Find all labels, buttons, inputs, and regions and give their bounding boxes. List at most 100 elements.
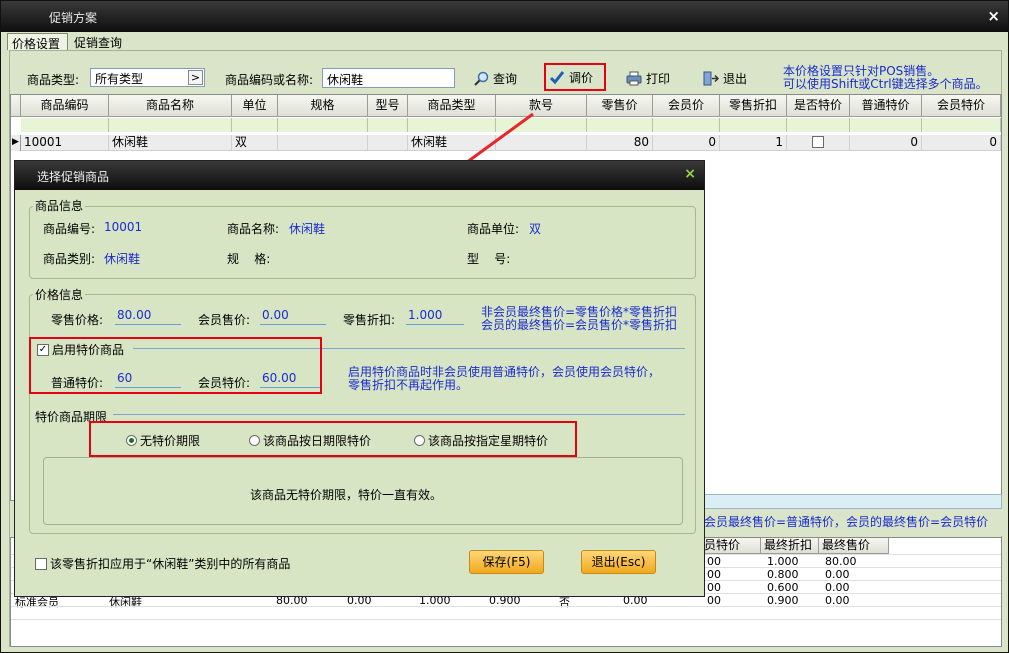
save-button[interactable]: 保存(F5) <box>469 550 544 574</box>
toolbar-note: 本价格设置只针对POS销售。 可以使用Shift或Ctrl键选择多个商品。 <box>783 65 988 91</box>
grid-header[interactable]: 是否特价 <box>787 95 850 117</box>
member-grid-header[interactable]: 最终折扣 <box>761 538 819 554</box>
grid-header[interactable]: 单位 <box>232 95 278 117</box>
grid-filter-cell[interactable] <box>787 118 850 132</box>
special-check-label: 启用特价商品 <box>52 343 125 357</box>
radio-weekday-limit-label: 该商品按指定星期特价 <box>428 434 549 448</box>
promo-window: 促销方案 × 价格设置 促销查询 商品类型: 所有类型 > 商品编码或名称: 休… <box>0 0 1009 653</box>
print-button[interactable]: 打印 <box>626 67 670 89</box>
radio-no-limit[interactable]: 无特价期限 <box>126 432 200 449</box>
formula-line2: 会员的最终售价=会员售价*零售折扣 <box>481 318 678 332</box>
window-title: 促销方案 <box>49 11 98 25</box>
grid-cell[interactable]: 休闲鞋 <box>109 135 232 151</box>
tab-price-settings[interactable]: 价格设置 <box>7 33 68 51</box>
special-note-line2: 零售折扣不再起作用。 <box>348 378 469 392</box>
category-label: 商品类别: <box>43 252 96 266</box>
apply-category-checkbox[interactable]: 该零售折扣应用于“休闲鞋”类别中的所有商品 <box>35 555 290 572</box>
price-info-legend: 价格信息 <box>33 286 86 303</box>
special-note: 启用特价商品时非会员使用普通特价，会员使用会员特价， 零售折扣不再起作用。 <box>348 366 660 392</box>
bottom-note-bar: 会员最终售价=普通特价，会员的最终售价=会员特价 <box>700 509 1002 536</box>
grid-header[interactable]: 商品名称 <box>109 95 232 117</box>
grid-filter-cell[interactable] <box>720 118 787 132</box>
name-value: 休闲鞋 <box>289 222 326 236</box>
discount-label: 零售折扣: <box>343 313 396 327</box>
special-checkbox[interactable]: ✓ 启用特价商品 <box>37 341 124 358</box>
member-special-input[interactable]: 60.00 <box>260 371 320 388</box>
member-special-label: 会员特价: <box>198 376 251 390</box>
chevron-right-icon[interactable]: > <box>188 70 203 85</box>
toolbar-note-line2: 可以使用Shift或Ctrl键选择多个商品。 <box>783 77 988 91</box>
type-label: 商品类型: <box>27 73 80 87</box>
grid-filter-cell[interactable] <box>653 118 720 132</box>
query-button[interactable]: 查询 <box>474 67 517 89</box>
dialog-exit-button[interactable]: 退出(Esc) <box>581 550 656 574</box>
grid-row-line <box>11 619 1001 620</box>
grid-header[interactable]: 普通特价 <box>850 95 922 117</box>
member-grid-header[interactable]: 最终售价 <box>819 538 889 554</box>
exit-button[interactable]: 退出 <box>703 67 747 89</box>
dialog-close-icon[interactable]: × <box>684 166 696 182</box>
checkbox-empty-icon <box>35 557 47 570</box>
type-select-value: 所有类型 <box>95 72 144 86</box>
radio-empty-icon <box>414 435 425 446</box>
radio-date-limit[interactable]: 该商品按日期限特价 <box>249 432 371 449</box>
name-label: 商品名称: <box>227 222 280 236</box>
dialog-title: 选择促销商品 <box>37 170 110 184</box>
radio-weekday-limit[interactable]: 该商品按指定星期特价 <box>414 432 548 449</box>
period-note: 该商品无特价期限，特价一直有效。 <box>250 488 443 502</box>
window-titlebar: 促销方案 × <box>1 1 1008 32</box>
radio-date-limit-label: 该商品按日期限特价 <box>263 434 372 448</box>
member-price-input[interactable]: 0.00 <box>260 308 326 325</box>
grid-cell[interactable] <box>787 135 850 151</box>
code-input[interactable]: 休闲鞋 <box>322 68 455 88</box>
grid-filter-cell[interactable] <box>21 118 109 132</box>
printer-icon <box>626 71 642 85</box>
grid-header[interactable]: 规格 <box>278 95 368 117</box>
radio-empty-icon <box>249 435 260 446</box>
tab-promo-query[interactable]: 促销查询 <box>70 33 130 50</box>
model-label: 型 号: <box>467 252 511 266</box>
member-grid-header[interactable]: 员特价 <box>701 538 761 554</box>
grid-header[interactable]: 商品编码 <box>21 95 109 117</box>
grid-cell[interactable]: 10001 <box>21 135 109 151</box>
retail-label: 零售价格: <box>51 313 104 327</box>
check-icon <box>549 70 565 84</box>
exit-door-icon <box>703 71 719 85</box>
grid-filter-cell[interactable] <box>922 118 1001 132</box>
type-select[interactable]: 所有类型 > <box>90 68 205 87</box>
row-indicator-icon: ▶ <box>11 135 21 151</box>
discount-input[interactable]: 1.000 <box>406 308 464 325</box>
grid-header[interactable]: 会员特价 <box>922 95 1001 117</box>
select-promo-dialog: 选择促销商品 × 商品信息 商品编号: 10001 商品名称: 休闲鞋 商品单位… <box>14 160 705 597</box>
print-label: 打印 <box>646 71 671 86</box>
grid-header[interactable]: 零售价 <box>587 95 653 117</box>
grid-filter-cell[interactable] <box>850 118 922 132</box>
product-info-group <box>29 206 696 279</box>
grid-cell[interactable] <box>278 135 368 151</box>
grid-filter-cell[interactable] <box>109 118 232 132</box>
checkbox-empty-icon[interactable] <box>812 136 824 148</box>
grid-cell[interactable]: 0 <box>850 135 922 151</box>
grid-filter-cell[interactable] <box>232 118 278 132</box>
grid-cell[interactable]: 0 <box>922 135 1001 151</box>
grid-cell[interactable]: 双 <box>232 135 278 151</box>
grid-cell[interactable]: 80 <box>587 135 653 151</box>
formula-note: 非会员最终售价=零售价格*零售折扣 会员的最终售价=会员售价*零售折扣 <box>481 306 677 332</box>
adjust-price-button[interactable]: 调价 <box>549 66 593 88</box>
grid-row-line <box>11 606 1001 607</box>
normal-special-label: 普通特价: <box>51 376 104 390</box>
period-divider <box>113 414 685 415</box>
grid-cell[interactable]: 0 <box>653 135 720 151</box>
dialog-titlebar: 选择促销商品 × <box>15 161 704 190</box>
code-label: 商品编码或名称: <box>225 73 314 87</box>
grid-filter-cell[interactable] <box>278 118 368 132</box>
grid-header[interactable]: 零售折扣 <box>720 95 787 117</box>
spec-label: 规 格: <box>227 252 271 266</box>
window-close-icon[interactable]: × <box>987 7 1000 25</box>
grid-filter-cell[interactable] <box>587 118 653 132</box>
grid-header[interactable]: 会员价 <box>653 95 720 117</box>
grid-cell[interactable]: 1 <box>720 135 787 151</box>
normal-special-input[interactable]: 60 <box>115 371 181 388</box>
retail-input[interactable]: 80.00 <box>115 308 181 325</box>
grid-corner <box>11 95 21 117</box>
